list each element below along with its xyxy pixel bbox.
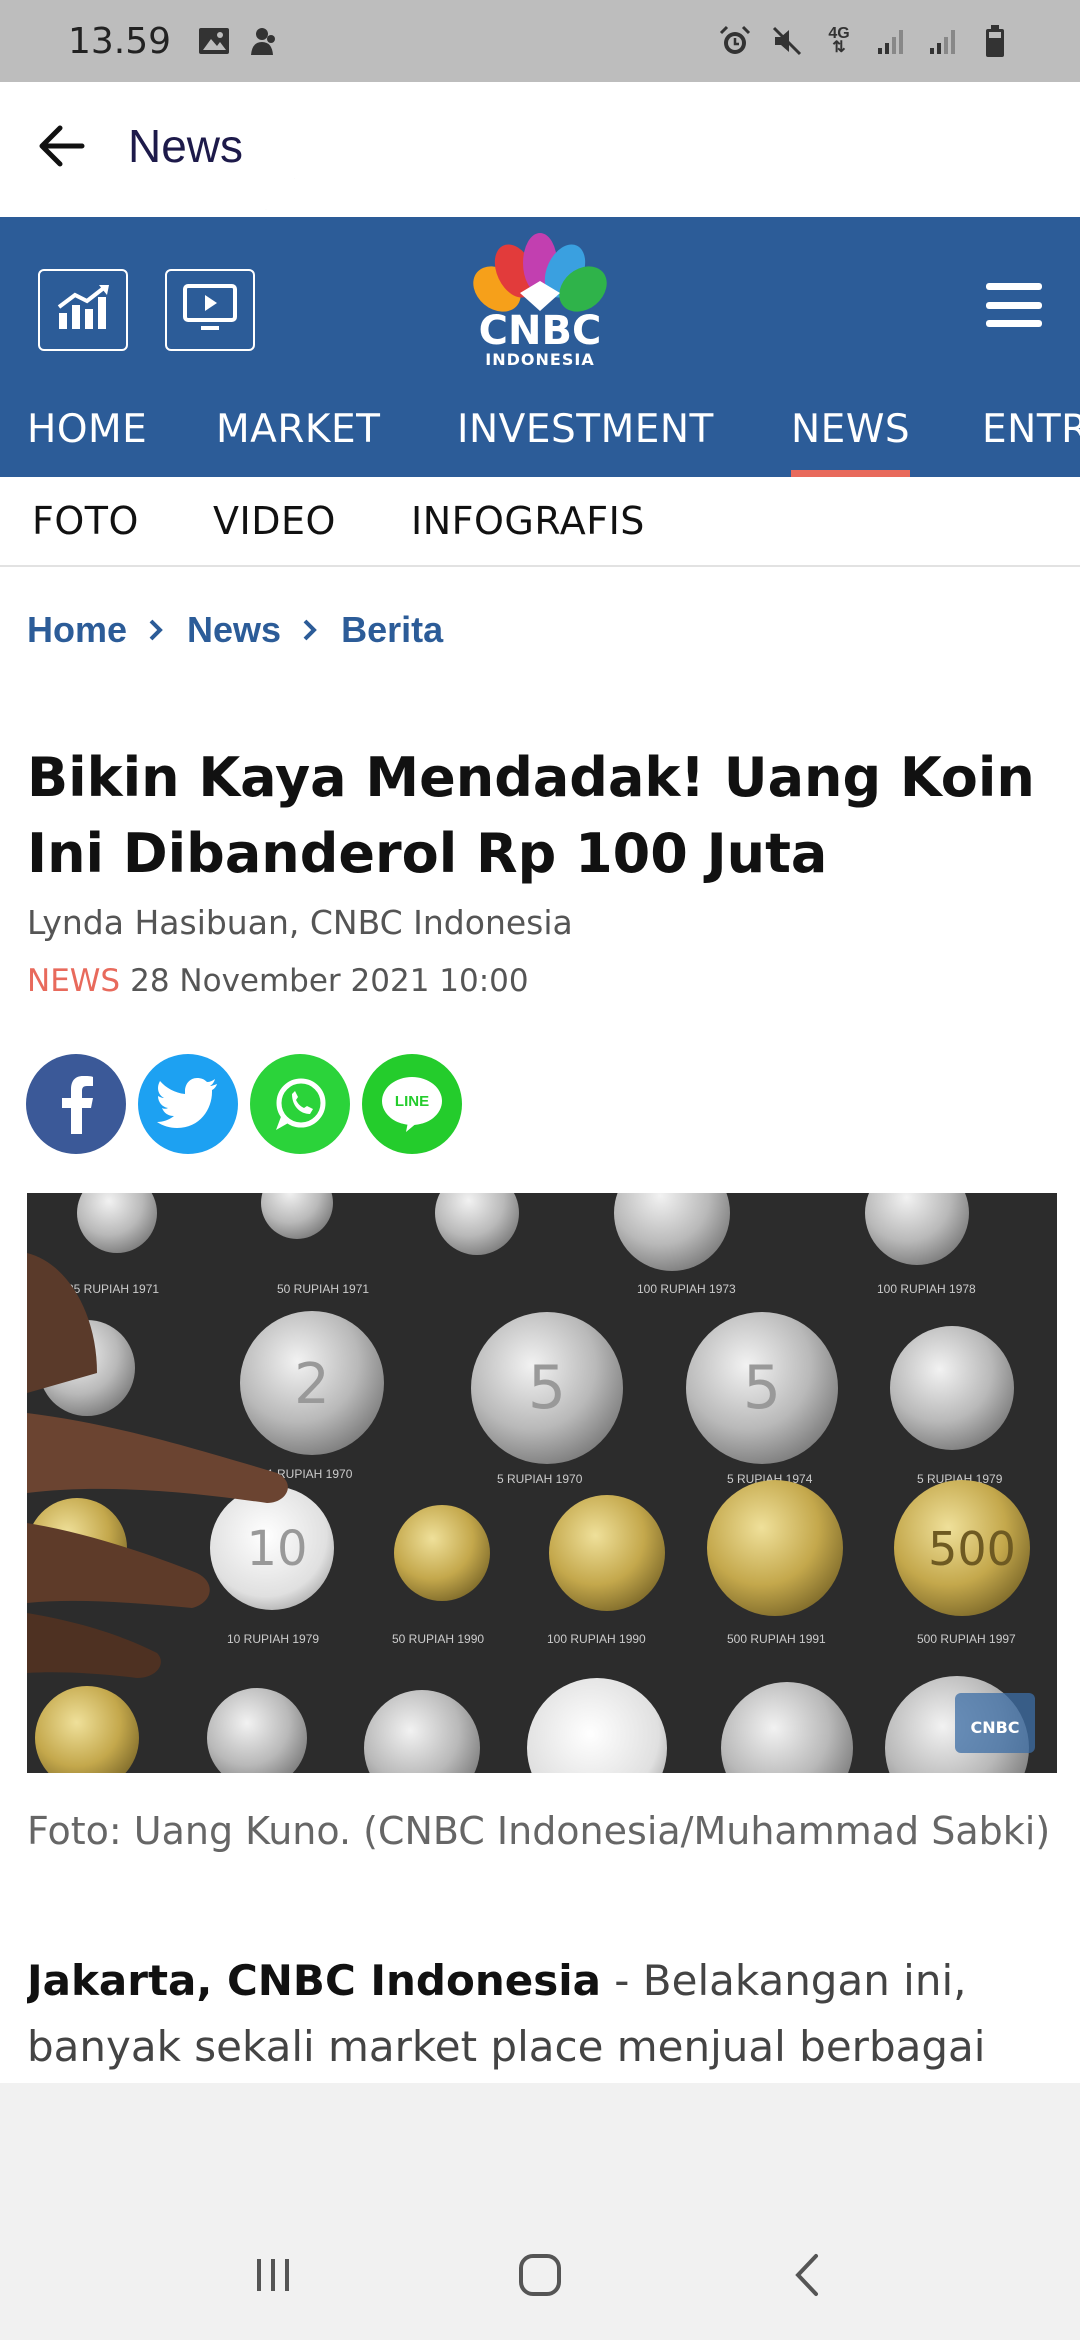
chart-icon — [53, 283, 113, 338]
coin-label: 25 RUPIAH 1971 — [67, 1282, 159, 1296]
coin-label: 50 RUPIAH 1971 — [277, 1282, 369, 1296]
data-arrows-icon: ⇅ — [832, 39, 846, 56]
logo-subtext: INDONESIA — [485, 350, 595, 369]
menu-hamburger-icon[interactable] — [986, 283, 1042, 327]
article-photo[interactable]: 25 RUPIAH 1971 50 RUPIAH 1971 100 RUPIAH… — [27, 1193, 1057, 1773]
coin-number: 5 — [743, 1353, 781, 1423]
coin-label: 5 RUPIAH 1970 — [497, 1472, 583, 1486]
status-time: 13.59 — [68, 20, 172, 62]
share-twitter-button[interactable] — [138, 1054, 238, 1154]
coin-number: 5 — [528, 1353, 566, 1423]
gallery-icon — [197, 24, 231, 58]
back-chevron-icon — [794, 2254, 818, 2296]
notification-app-icon — [245, 24, 279, 58]
tv-play-icon — [181, 282, 239, 339]
watermark-text: CNBC — [970, 1718, 1019, 1737]
subnav-item-foto[interactable]: FOTO — [32, 477, 139, 565]
home-icon — [518, 2254, 561, 2296]
coin-label: 500 RUPIAH 1997 — [917, 1632, 1016, 1646]
tv-video-button[interactable] — [165, 269, 255, 351]
share-facebook-button[interactable] — [26, 1054, 126, 1154]
coin-number: 2 — [294, 1352, 330, 1417]
peacock-icon — [473, 233, 607, 312]
network-4g-icon: 4G ⇅ — [822, 24, 856, 58]
nav-item-entrepreneur[interactable]: ENTR — [982, 389, 1080, 477]
cnbc-logo[interactable]: CNBC INDONESIA — [455, 231, 625, 381]
coin-number: 500 — [928, 1522, 1016, 1576]
article-lead: Jakarta, CNBC Indonesia - Belakangan ini… — [27, 1948, 1057, 2080]
status-bar: 13.59 4G ⇅ — [0, 0, 1080, 82]
app-bar: News — [0, 82, 1080, 217]
article-date: 28 November 2021 10:00 — [130, 963, 529, 999]
chevron-right-icon — [141, 615, 171, 645]
signal-icon-1 — [874, 24, 908, 58]
line-icon: LINE — [382, 1077, 442, 1132]
system-nav-bar — [0, 2210, 1080, 2340]
main-nav: HOME MARKET INVESTMENT NEWS ENTR — [0, 389, 1080, 477]
status-left-icons — [197, 24, 279, 58]
breadcrumb-home[interactable]: Home — [27, 609, 127, 651]
coin-label: 100 RUPIAH 1973 — [637, 1282, 736, 1296]
line-icon-label: LINE — [395, 1093, 429, 1110]
nav-item-market[interactable]: MARKET — [216, 389, 380, 477]
article-title: Bikin Kaya Mendadak! Uang Koin Ini Diban… — [27, 746, 1035, 885]
article-meta: NEWS 28 November 2021 10:00 — [27, 963, 529, 999]
breadcrumb: Home News Berita — [27, 600, 443, 660]
mute-icon — [770, 24, 804, 58]
app-title: News — [128, 120, 244, 172]
back-tab[interactable]: News — [0, 82, 295, 210]
facebook-icon — [62, 1076, 93, 1134]
breadcrumb-berita[interactable]: Berita — [341, 609, 443, 651]
recent-apps-icon — [257, 2259, 290, 2291]
status-right-icons: 4G ⇅ — [718, 24, 1012, 58]
coin-number: 10 — [246, 1521, 307, 1577]
subnav-item-video[interactable]: VIDEO — [213, 477, 336, 565]
subnav-item-infografis[interactable]: INFOGRAFIS — [411, 477, 645, 565]
coin-label: 50 RUPIAH 1990 — [392, 1632, 484, 1646]
lead-dateline: Jakarta, CNBC Indonesia — [27, 1956, 601, 2005]
share-line-button[interactable]: LINE — [362, 1054, 462, 1154]
article-author: Lynda Hasibuan, CNBC Indonesia — [27, 903, 573, 942]
whatsapp-icon — [276, 1078, 326, 1130]
home-button[interactable] — [500, 2235, 580, 2315]
alarm-icon — [718, 24, 752, 58]
breadcrumb-news[interactable]: News — [187, 609, 281, 651]
coin-label: 100 RUPIAH 1978 — [877, 1282, 976, 1296]
battery-icon — [978, 24, 1012, 58]
share-buttons: LINE — [26, 1054, 462, 1154]
coins-photo: 25 RUPIAH 1971 50 RUPIAH 1971 100 RUPIAH… — [27, 1193, 1057, 1773]
twitter-icon — [157, 1078, 217, 1128]
coin-label: 500 RUPIAH 1991 — [727, 1632, 826, 1646]
back-button[interactable] — [767, 2235, 847, 2315]
nav-item-news[interactable]: NEWS — [791, 389, 911, 477]
market-chart-button[interactable] — [38, 269, 128, 351]
photo-caption: Foto: Uang Kuno. (CNBC Indonesia/Muhamma… — [27, 1809, 1051, 1853]
coin-label: 10 RUPIAH 1979 — [227, 1632, 319, 1646]
logo-text: CNBC — [478, 308, 602, 354]
signal-icon-2 — [926, 24, 960, 58]
nav-item-home[interactable]: HOME — [27, 389, 147, 477]
back-arrow-icon[interactable] — [36, 120, 88, 172]
chevron-right-icon — [295, 615, 325, 645]
site-header: CNBC INDONESIA — [0, 217, 1080, 389]
coin-label: 100 RUPIAH 1990 — [547, 1632, 646, 1646]
sub-nav: FOTO VIDEO INFOGRAFIS — [0, 477, 1080, 567]
nav-item-investment[interactable]: INVESTMENT — [457, 389, 714, 477]
recent-apps-button[interactable] — [233, 2235, 313, 2315]
share-whatsapp-button[interactable] — [250, 1054, 350, 1154]
article-category[interactable]: NEWS — [27, 963, 120, 999]
